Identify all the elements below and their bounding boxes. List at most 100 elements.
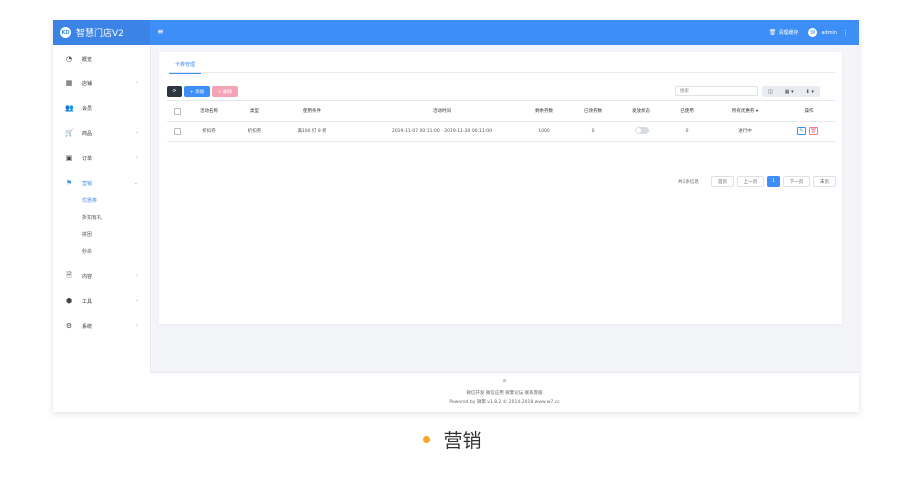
chevron-right-icon: › [136,80,138,86]
sidebar-item-overview[interactable]: ◔ 概览 [53,53,150,65]
search-input[interactable]: 搜索 [675,86,758,96]
pencil-icon: ✎ [799,128,804,134]
select-all-checkbox[interactable] [174,108,181,115]
topbar-right: 🗑 清理缓存 W admin ⋮ [769,20,849,45]
cell-claimed: 0 [591,128,595,134]
table-tools: ◫ ▦ ▾ ⬇ ▾ [762,86,820,97]
avatar[interactable]: W [808,28,818,37]
brand[interactable]: KD 智慧门店V2 [53,20,150,45]
col-header-condition: 使用条件 [303,109,321,114]
content-card: 卡券管理 ⟳ + 添加 × 删除 搜索 ◫ ▦ ▾ ⬇ ▾ 活动名称 类型 使用… [159,52,842,324]
gear-icon: ⚙ [65,322,73,330]
more-vert-icon[interactable]: ⋮ [842,29,849,37]
brand-name: 智慧门店V2 [76,29,124,39]
top-navbar: KD 智慧门店V2 ≡ 🗑 清理缓存 W admin ⋮ [53,20,859,45]
sidebar-subitem-group-buy[interactable]: 拼团 [82,231,92,238]
sidebar-subitem-flash-sale[interactable]: 秒杀 [82,248,92,255]
table-row: 折扣券 折扣券 满100 打 8 折 2019-11-07 00:11:00 -… [167,121,835,142]
cell-condition: 满100 打 8 折 [297,129,327,134]
chevron-right-icon: › [136,323,138,329]
bullet-dot-icon [423,436,431,443]
sidebar-item-label: 订单 [82,155,93,162]
release-toggle[interactable] [635,127,649,134]
delete-row-button[interactable]: 🗑 [809,127,818,135]
row-checkbox[interactable] [174,128,181,135]
footer-logo-icon: ⊙ [502,379,507,384]
sidebar-item-goods[interactable]: 🛒 商品 › [53,127,150,139]
dashboard-icon: ◔ [65,55,73,63]
cell-used: 0 [685,128,689,134]
sidebar-item-label: 商品 [82,130,93,137]
chevron-right-icon: › [136,273,138,279]
sidebar-item-marketing[interactable]: ⚑ 营销 ⌄ [53,177,150,189]
cell-type: 折扣券 [247,129,262,134]
cell-time: 2019-11-07 00:11:00 - 2019-11-30 00:11:0… [391,128,493,134]
footer: ⊙ 微信开发 微信应用 微擎论坛 联系客服 Powered by 微擎 v1.8… [150,372,859,412]
chevron-down-icon: ⌄ [133,180,138,186]
toggle-view-icon[interactable]: ◫ [768,89,773,95]
col-header-claimed: 已领券数 [584,109,602,114]
footer-powered-by: Powered by 微擎 v1.8.2 © 2014-2018 www.w7.… [449,400,560,405]
footer-links[interactable]: 微信开发 微信应用 微擎论坛 联系客服 [150,390,859,396]
col-header-actions: 操作 [804,109,814,114]
flag-icon: ⚑ [65,179,73,187]
hamburger-icon[interactable]: ≡ [157,27,164,36]
app-window: KD 智慧门店V2 ≡ 🗑 清理缓存 W admin ⋮ ◔ 概览 ▦ 店铺 ›… [53,20,859,412]
sidebar-item-label: 内容 [82,273,93,280]
sidebar-subitem-discount-gift[interactable]: 折扣有礼 [82,214,102,221]
table-header: 活动名称 类型 使用条件 活动时间 剩余券数 已领券数 发放状态 已使用 所有优… [167,100,835,122]
refresh-icon: ⟳ [172,89,177,94]
chevron-right-icon: › [136,298,138,304]
users-icon: 👥 [65,104,74,112]
cell-name: 折扣券 [202,129,216,134]
col-header-name: 活动名称 [200,109,218,114]
chevron-right-icon: › [136,155,138,161]
pagination-info: 共1条信息 [678,180,699,185]
page-1-button[interactable]: 1 [767,176,780,187]
caption-text: 营销 [443,430,482,452]
document-icon: 🗎 [66,270,72,279]
toggle-knob [636,128,641,133]
grid-icon: ▦ [65,79,73,87]
cell-remaining: 1000 [538,128,550,134]
sidebar-item-label: 概览 [82,56,93,63]
username[interactable]: admin [821,30,837,36]
last-page-button[interactable]: 末页 [813,176,836,187]
cube-icon: ⬢ [65,297,73,305]
sidebar-item-system[interactable]: ⚙ 系统 › [53,320,150,332]
sidebar-item-tools[interactable]: ⬢ 工具 › [53,295,150,307]
trash-icon: 🗑 [810,128,817,134]
delete-button[interactable]: × 删除 [212,86,238,97]
first-page-button[interactable]: 首页 [711,176,734,187]
edit-button[interactable]: ✎ [797,127,806,135]
columns-dropdown-icon[interactable]: ▦ ▾ [785,89,794,95]
refresh-button[interactable]: ⟳ [167,86,182,97]
cart-icon: 🛒 [65,129,74,137]
next-page-button[interactable]: 下一页 [783,176,810,187]
order-icon: ▣ [65,154,73,162]
col-header-time: 活动时间 [433,109,451,114]
chevron-right-icon: › [136,130,138,136]
sidebar-item-label: 营销 [82,180,93,187]
clear-cache-button[interactable]: 🗑 清理缓存 [769,29,799,36]
sidebar-item-label: 店铺 [82,80,93,87]
col-header-used[interactable]: 已使用 [667,108,707,114]
sidebar-item-store[interactable]: ▦ 店铺 › [53,77,150,89]
tab-divider [167,72,835,73]
col-header-type: 类型 [250,109,259,114]
caption: 营销 [0,426,905,453]
add-button[interactable]: + 添加 [184,86,210,97]
prev-page-button[interactable]: 上一页 [737,176,764,187]
sidebar-item-content[interactable]: 🗎 内容 › [53,270,150,282]
sidebar-subitem-coupons[interactable]: 优惠券 [82,197,97,204]
clear-cache-label: 清理缓存 [778,30,799,36]
sidebar-item-label: 会员 [82,105,93,112]
trash-icon: 🗑 [768,29,777,36]
sidebar-item-members[interactable]: 👥 会员 [53,102,150,114]
cell-status: 进行中 [738,129,752,134]
col-header-remaining: 剩余券数 [535,109,553,114]
export-dropdown-icon[interactable]: ⬇ ▾ [806,89,814,95]
status-filter-dropdown[interactable]: 所有优惠券 ▾ [715,108,775,114]
sidebar-item-orders[interactable]: ▣ 订单 › [53,152,150,164]
brand-logo-icon: KD [60,27,71,38]
